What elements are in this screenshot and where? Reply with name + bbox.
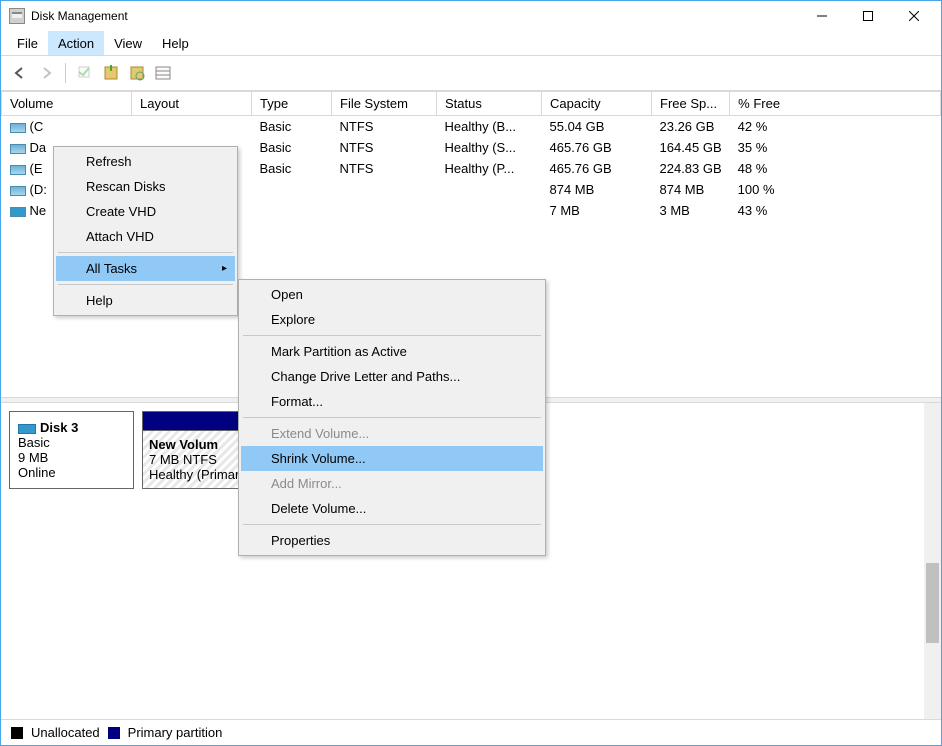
menu-item-create-vhd[interactable]: Create VHD xyxy=(56,199,235,224)
vertical-scrollbar[interactable] xyxy=(924,403,941,719)
content-area: Volume Layout Type File System Status Ca… xyxy=(1,91,941,719)
menu-item-help[interactable]: Help xyxy=(56,288,235,313)
col-status[interactable]: Status xyxy=(437,92,542,116)
maximize-button[interactable] xyxy=(845,1,891,31)
col-freespace[interactable]: Free Sp... xyxy=(652,92,730,116)
menu-separator xyxy=(243,417,541,418)
col-capacity[interactable]: Capacity xyxy=(542,92,652,116)
disk-management-window: Disk Management File Action View Help xyxy=(0,0,942,746)
toolbar-separator xyxy=(65,63,66,83)
window-controls xyxy=(799,1,937,31)
action-dropdown-menu: Refresh Rescan Disks Create VHD Attach V… xyxy=(53,146,238,316)
volume-icon xyxy=(10,207,26,217)
menu-item-mark-active[interactable]: Mark Partition as Active xyxy=(241,339,543,364)
menu-item-format[interactable]: Format... xyxy=(241,389,543,414)
menu-help[interactable]: Help xyxy=(152,31,199,55)
menu-separator xyxy=(243,524,541,525)
menu-item-open[interactable]: Open xyxy=(241,282,543,307)
disk-type: Basic xyxy=(18,435,125,450)
menu-item-shrink-volume[interactable]: Shrink Volume... xyxy=(241,446,543,471)
menu-item-properties[interactable]: Properties xyxy=(241,528,543,553)
forward-button[interactable] xyxy=(35,62,57,84)
legend-swatch-unallocated xyxy=(11,727,23,739)
disk-status: Online xyxy=(18,465,125,480)
menu-item-extend-volume: Extend Volume... xyxy=(241,421,543,446)
col-type[interactable]: Type xyxy=(252,92,332,116)
menu-item-change-drive-letter[interactable]: Change Drive Letter and Paths... xyxy=(241,364,543,389)
menu-view[interactable]: View xyxy=(104,31,152,55)
window-title: Disk Management xyxy=(31,9,799,23)
menu-file[interactable]: File xyxy=(7,31,48,55)
menu-item-rescan-disks[interactable]: Rescan Disks xyxy=(56,174,235,199)
minimize-button[interactable] xyxy=(799,1,845,31)
col-layout[interactable]: Layout xyxy=(132,92,252,116)
table-header-row: Volume Layout Type File System Status Ca… xyxy=(2,92,941,116)
list-icon[interactable] xyxy=(152,62,174,84)
legend-label-unallocated: Unallocated xyxy=(31,725,100,740)
disk-name: Disk 3 xyxy=(40,420,78,435)
menu-separator xyxy=(58,252,233,253)
scrollbar-thumb[interactable] xyxy=(926,563,939,643)
menu-separator xyxy=(243,335,541,336)
all-tasks-submenu: Open Explore Mark Partition as Active Ch… xyxy=(238,279,546,556)
volume-icon xyxy=(10,123,26,133)
menu-item-delete-volume[interactable]: Delete Volume... xyxy=(241,496,543,521)
close-button[interactable] xyxy=(891,1,937,31)
col-pctfree[interactable]: % Free xyxy=(730,92,941,116)
menu-item-attach-vhd[interactable]: Attach VHD xyxy=(56,224,235,249)
titlebar: Disk Management xyxy=(1,1,941,31)
volume-icon xyxy=(10,165,26,175)
disk-size: 9 MB xyxy=(18,450,125,465)
table-row[interactable]: (CBasicNTFSHealthy (B...55.04 GB23.26 GB… xyxy=(2,116,941,138)
toolbar xyxy=(1,55,941,91)
legend-label-primary: Primary partition xyxy=(128,725,223,740)
col-filesystem[interactable]: File System xyxy=(332,92,437,116)
legend-swatch-primary xyxy=(108,727,120,739)
disk-icon xyxy=(18,424,36,434)
menu-item-refresh[interactable]: Refresh xyxy=(56,149,235,174)
menubar: File Action View Help xyxy=(1,31,941,55)
menu-item-add-mirror: Add Mirror... xyxy=(241,471,543,496)
menu-action[interactable]: Action xyxy=(48,31,104,55)
col-volume[interactable]: Volume xyxy=(2,92,132,116)
menu-separator xyxy=(58,284,233,285)
back-button[interactable] xyxy=(9,62,31,84)
app-icon xyxy=(9,8,25,24)
properties-icon[interactable] xyxy=(100,62,122,84)
volume-icon xyxy=(10,144,26,154)
menu-item-explore[interactable]: Explore xyxy=(241,307,543,332)
help-icon[interactable] xyxy=(126,62,148,84)
disk-info[interactable]: Disk 3 Basic 9 MB Online xyxy=(9,411,134,489)
volume-icon xyxy=(10,186,26,196)
refresh-icon[interactable] xyxy=(74,62,96,84)
menu-item-all-tasks[interactable]: All Tasks xyxy=(56,256,235,281)
legend-bar: Unallocated Primary partition xyxy=(1,719,941,745)
